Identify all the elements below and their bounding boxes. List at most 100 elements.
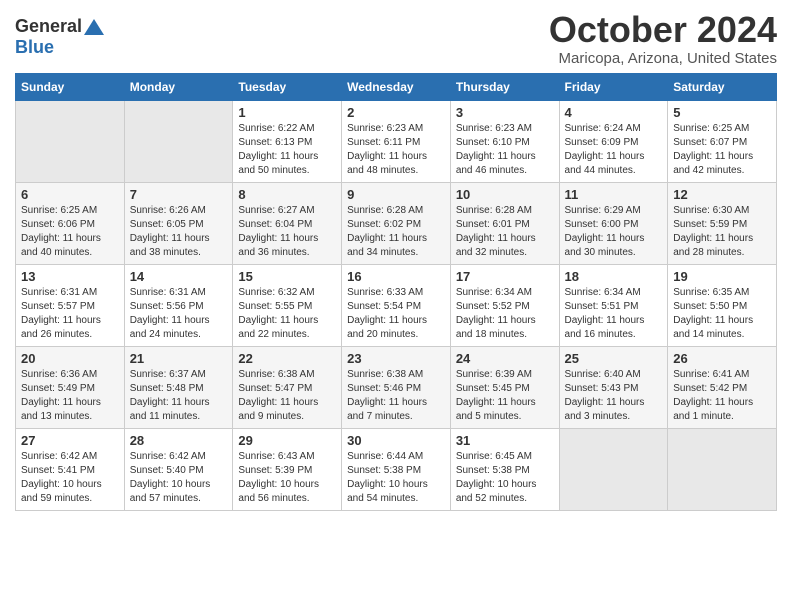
day-cell: 17 Sunrise: 6:34 AMSunset: 5:52 PMDayligh… <box>450 264 559 346</box>
day-cell: 4Sunrise: 6:24 AMSunset: 6:09 PMDaylight… <box>559 100 668 182</box>
day-number: 25 <box>565 351 663 366</box>
week-row-4: 20 Sunrise: 6:36 AMSunset: 5:49 PMDayligh… <box>16 346 777 428</box>
day-info: Sunrise: 6:30 AMSunset: 5:59 PMDaylight:… <box>673 204 771 260</box>
day-cell: 16Sunrise: 6:33 AMSunset: 5:54 PMDayligh… <box>342 264 451 346</box>
day-cell <box>668 428 777 510</box>
day-number: 22 <box>238 351 336 366</box>
day-cell: 26 Sunrise: 6:41 AMSunset: 5:42 PMDayligh… <box>668 346 777 428</box>
day-number: 28 <box>130 433 228 448</box>
day-number: 19 <box>673 269 771 284</box>
day-number: 12 <box>673 187 771 202</box>
day-cell: 23Sunrise: 6:38 AMSunset: 5:46 PMDayligh… <box>342 346 451 428</box>
day-number: 21 <box>130 351 228 366</box>
day-info: Sunrise: 6:25 AMSunset: 6:06 PMDaylight:… <box>21 204 119 260</box>
day-number: 7 <box>130 187 228 202</box>
title-month: October 2024 <box>549 10 777 50</box>
day-info: Sunrise: 6:35 AMSunset: 5:50 PMDaylight:… <box>673 286 771 342</box>
day-info: Sunrise: 6:37 AMSunset: 5:48 PMDaylight:… <box>130 368 228 424</box>
calendar-header-row: SundayMondayTuesdayWednesdayThursdayFrid… <box>16 73 777 100</box>
day-cell: 19 Sunrise: 6:35 AMSunset: 5:50 PMDayligh… <box>668 264 777 346</box>
day-info: Sunrise: 6:34 AMSunset: 5:51 PMDaylight:… <box>565 286 663 342</box>
day-cell: 8Sunrise: 6:27 AMSunset: 6:04 PMDaylight… <box>233 182 342 264</box>
day-number: 14 <box>130 269 228 284</box>
day-info: Sunrise: 6:31 AMSunset: 5:56 PMDaylight:… <box>130 286 228 342</box>
logo-blue-text: Blue <box>15 37 54 58</box>
day-number: 17 <box>456 269 554 284</box>
day-cell: 6 Sunrise: 6:25 AMSunset: 6:06 PMDaylight… <box>16 182 125 264</box>
day-info: Sunrise: 6:34 AMSunset: 5:52 PMDaylight:… <box>456 286 554 342</box>
day-cell: 3Sunrise: 6:23 AMSunset: 6:10 PMDaylight… <box>450 100 559 182</box>
day-number: 20 <box>21 351 119 366</box>
day-cell: 29Sunrise: 6:43 AMSunset: 5:39 PMDayligh… <box>233 428 342 510</box>
day-number: 27 <box>21 433 119 448</box>
day-number: 9 <box>347 187 445 202</box>
day-info: Sunrise: 6:23 AMSunset: 6:11 PMDaylight:… <box>347 122 445 178</box>
day-cell: 7Sunrise: 6:26 AMSunset: 6:05 PMDaylight… <box>124 182 233 264</box>
day-cell: 24 Sunrise: 6:39 AMSunset: 5:45 PMDayligh… <box>450 346 559 428</box>
day-info: Sunrise: 6:39 AMSunset: 5:45 PMDaylight:… <box>456 368 554 424</box>
header-friday: Friday <box>559 73 668 100</box>
day-number: 13 <box>21 269 119 284</box>
calendar-table: SundayMondayTuesdayWednesdayThursdayFrid… <box>15 73 777 511</box>
day-cell: 9 Sunrise: 6:28 AMSunset: 6:02 PMDaylight… <box>342 182 451 264</box>
title-block: October 2024 Maricopa, Arizona, United S… <box>549 10 777 67</box>
header-sunday: Sunday <box>16 73 125 100</box>
day-info: Sunrise: 6:43 AMSunset: 5:39 PMDaylight:… <box>238 450 336 506</box>
week-row-3: 13 Sunrise: 6:31 AMSunset: 5:57 PMDayligh… <box>16 264 777 346</box>
day-number: 6 <box>21 187 119 202</box>
day-number: 2 <box>347 105 445 120</box>
header-tuesday: Tuesday <box>233 73 342 100</box>
header-saturday: Saturday <box>668 73 777 100</box>
day-number: 18 <box>565 269 663 284</box>
day-info: Sunrise: 6:42 AMSunset: 5:41 PMDaylight:… <box>21 450 119 506</box>
logo-general-text: General <box>15 16 82 37</box>
day-cell <box>16 100 125 182</box>
day-cell: 5 Sunrise: 6:25 AMSunset: 6:07 PMDaylight… <box>668 100 777 182</box>
day-info: Sunrise: 6:36 AMSunset: 5:49 PMDaylight:… <box>21 368 119 424</box>
day-number: 8 <box>238 187 336 202</box>
day-number: 31 <box>456 433 554 448</box>
day-cell: 18 Sunrise: 6:34 AMSunset: 5:51 PMDayligh… <box>559 264 668 346</box>
day-cell: 13 Sunrise: 6:31 AMSunset: 5:57 PMDayligh… <box>16 264 125 346</box>
header-wednesday: Wednesday <box>342 73 451 100</box>
day-info: Sunrise: 6:28 AMSunset: 6:02 PMDaylight:… <box>347 204 445 260</box>
day-cell: 15Sunrise: 6:32 AMSunset: 5:55 PMDayligh… <box>233 264 342 346</box>
day-cell: 2 Sunrise: 6:23 AMSunset: 6:11 PMDaylight… <box>342 100 451 182</box>
day-info: Sunrise: 6:31 AMSunset: 5:57 PMDaylight:… <box>21 286 119 342</box>
header-monday: Monday <box>124 73 233 100</box>
day-number: 26 <box>673 351 771 366</box>
day-info: Sunrise: 6:33 AMSunset: 5:54 PMDaylight:… <box>347 286 445 342</box>
day-cell: 11Sunrise: 6:29 AMSunset: 6:00 PMDayligh… <box>559 182 668 264</box>
day-cell: 12 Sunrise: 6:30 AMSunset: 5:59 PMDayligh… <box>668 182 777 264</box>
week-row-2: 6 Sunrise: 6:25 AMSunset: 6:06 PMDaylight… <box>16 182 777 264</box>
day-number: 15 <box>238 269 336 284</box>
day-info: Sunrise: 6:38 AMSunset: 5:46 PMDaylight:… <box>347 368 445 424</box>
day-info: Sunrise: 6:38 AMSunset: 5:47 PMDaylight:… <box>238 368 336 424</box>
week-row-5: 27 Sunrise: 6:42 AMSunset: 5:41 PMDayligh… <box>16 428 777 510</box>
day-number: 10 <box>456 187 554 202</box>
day-info: Sunrise: 6:28 AMSunset: 6:01 PMDaylight:… <box>456 204 554 260</box>
day-number: 24 <box>456 351 554 366</box>
day-info: Sunrise: 6:29 AMSunset: 6:00 PMDaylight:… <box>565 204 663 260</box>
week-row-1: 1Sunrise: 6:22 AMSunset: 6:13 PMDaylight… <box>16 100 777 182</box>
day-cell: 31 Sunrise: 6:45 AMSunset: 5:38 PMDayligh… <box>450 428 559 510</box>
day-info: Sunrise: 6:42 AMSunset: 5:40 PMDaylight:… <box>130 450 228 506</box>
day-info: Sunrise: 6:41 AMSunset: 5:42 PMDaylight:… <box>673 368 771 424</box>
day-cell: 20 Sunrise: 6:36 AMSunset: 5:49 PMDayligh… <box>16 346 125 428</box>
header-thursday: Thursday <box>450 73 559 100</box>
day-number: 30 <box>347 433 445 448</box>
day-cell: 21 Sunrise: 6:37 AMSunset: 5:48 PMDayligh… <box>124 346 233 428</box>
day-number: 1 <box>238 105 336 120</box>
day-info: Sunrise: 6:44 AMSunset: 5:38 PMDaylight:… <box>347 450 445 506</box>
day-number: 3 <box>456 105 554 120</box>
day-cell: 28 Sunrise: 6:42 AMSunset: 5:40 PMDayligh… <box>124 428 233 510</box>
day-cell: 1Sunrise: 6:22 AMSunset: 6:13 PMDaylight… <box>233 100 342 182</box>
day-info: Sunrise: 6:24 AMSunset: 6:09 PMDaylight:… <box>565 122 663 178</box>
day-info: Sunrise: 6:40 AMSunset: 5:43 PMDaylight:… <box>565 368 663 424</box>
logo: General Blue <box>15 16 104 58</box>
day-cell: 22 Sunrise: 6:38 AMSunset: 5:47 PMDayligh… <box>233 346 342 428</box>
day-info: Sunrise: 6:45 AMSunset: 5:38 PMDaylight:… <box>456 450 554 506</box>
day-info: Sunrise: 6:25 AMSunset: 6:07 PMDaylight:… <box>673 122 771 178</box>
day-cell: 27 Sunrise: 6:42 AMSunset: 5:41 PMDayligh… <box>16 428 125 510</box>
day-number: 5 <box>673 105 771 120</box>
